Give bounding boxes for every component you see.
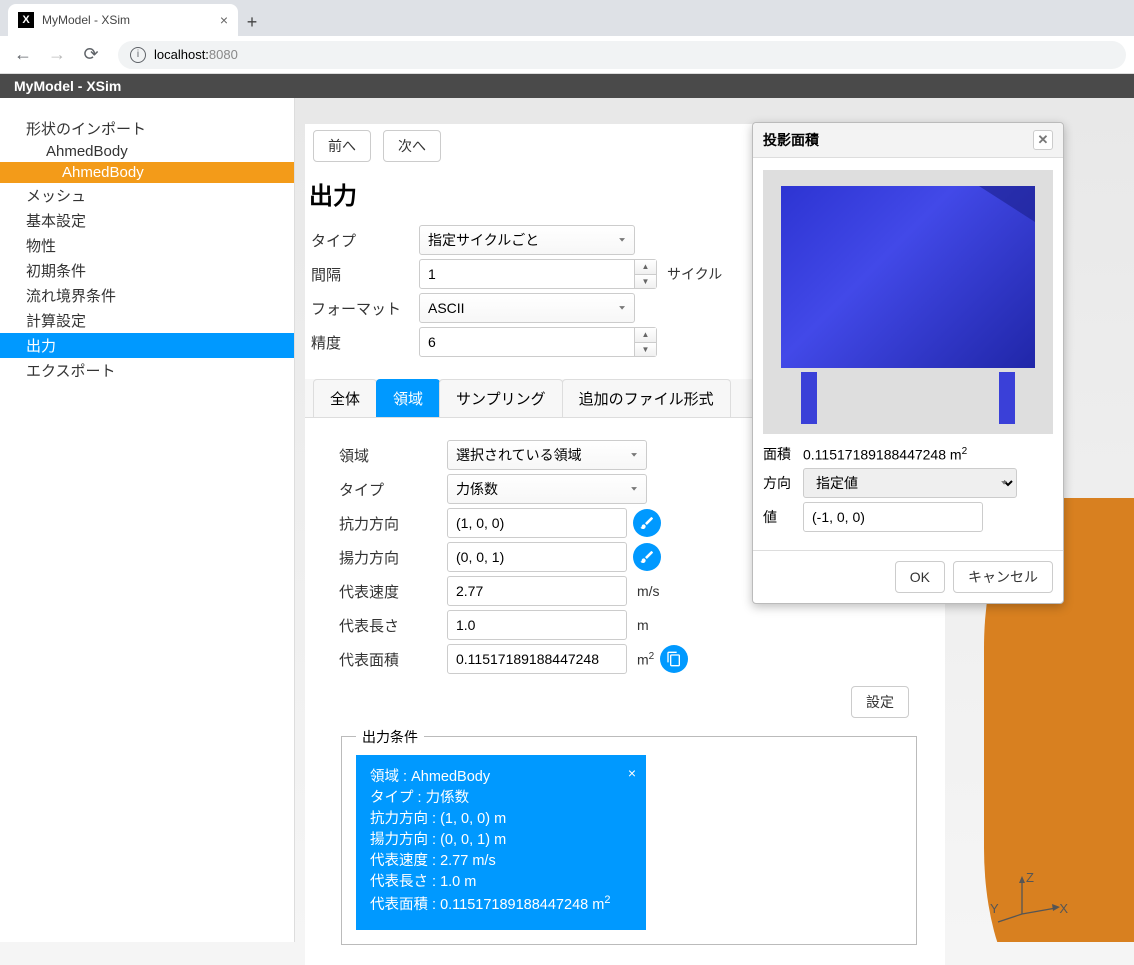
app-title: MyModel - XSim (0, 74, 1134, 98)
clipboard-icon[interactable] (660, 645, 688, 673)
interval-unit: サイクル (667, 264, 722, 284)
type-label: タイプ (311, 230, 419, 251)
tab-title: MyModel - XSim (42, 13, 212, 27)
brush-icon[interactable] (633, 509, 661, 537)
brush-icon[interactable] (633, 543, 661, 571)
forward-button[interactable]: → (42, 40, 72, 70)
tab-region[interactable]: 領域 (376, 379, 440, 417)
sidebar-item-initial-conditions[interactable]: 初期条件 (0, 258, 294, 283)
dialog-title: 投影面積 (763, 130, 819, 150)
spin-down-icon[interactable]: ▼ (635, 343, 656, 357)
tab-all[interactable]: 全体 (313, 379, 377, 417)
lift-label: 揚力方向 (339, 547, 447, 568)
dialog-ok-button[interactable]: OK (895, 561, 945, 593)
sidebar-item-mesh[interactable]: メッシュ (0, 183, 294, 208)
site-info-icon[interactable]: i (130, 47, 146, 63)
format-label: フォーマット (311, 298, 419, 319)
velocity-label: 代表速度 (339, 581, 447, 602)
sidebar-item-ahmedbody[interactable]: AhmedBody (0, 162, 294, 183)
drag-label: 抗力方向 (339, 513, 447, 534)
sidebar-item-flow-bc[interactable]: 流れ境界条件 (0, 283, 294, 308)
spin-up-icon[interactable]: ▲ (635, 328, 656, 343)
browser-tab[interactable]: X MyModel - XSim × (8, 4, 238, 36)
set-button[interactable]: 設定 (851, 686, 909, 718)
condition-card: × 領域 : AhmedBody タイプ : 力係数 抗力方向 : (1, 0,… (356, 755, 646, 930)
dlg-area-label: 面積 (763, 444, 803, 464)
tab-additional-files[interactable]: 追加のファイル形式 (562, 379, 731, 417)
interval-input[interactable] (419, 259, 635, 289)
sidebar-item-output[interactable]: 出力 (0, 333, 294, 358)
type-select[interactable]: 指定サイクルごと (419, 225, 635, 255)
region-type-select[interactable]: 力係数 (447, 474, 647, 504)
projection-preview (763, 170, 1053, 434)
address-port: 8080 (209, 47, 238, 62)
projected-area-dialog[interactable]: 投影面積 ✕ 面積 0.11517189188447248 m2 方向 指定値 (752, 122, 1064, 604)
address-bar[interactable]: i localhost:8080 (118, 41, 1126, 69)
back-button[interactable]: ← (8, 40, 38, 70)
sidebar-item-ahmedbody-group[interactable]: AhmedBody (0, 141, 294, 162)
sidebar-item-export[interactable]: エクスポート (0, 358, 294, 383)
dlg-value-input[interactable] (803, 502, 983, 532)
dialog-close-icon[interactable]: ✕ (1033, 130, 1053, 150)
area-unit: m2 (637, 651, 654, 668)
length-label: 代表長さ (339, 615, 447, 636)
next-button[interactable]: 次へ (383, 130, 441, 162)
tab-sampling[interactable]: サンプリング (439, 379, 563, 417)
sidebar-item-basic-settings[interactable]: 基本設定 (0, 208, 294, 233)
dlg-value-label: 値 (763, 507, 803, 527)
sidebar-item-materials[interactable]: 物性 (0, 233, 294, 258)
lift-input[interactable] (447, 542, 627, 572)
region-type-label: タイプ (339, 479, 447, 500)
dlg-direction-label: 方向 (763, 473, 803, 493)
dlg-direction-select[interactable]: 指定値 (803, 468, 1017, 498)
area-label: 代表面積 (339, 649, 447, 670)
length-input[interactable] (447, 610, 627, 640)
sidebar: 形状のインポート AhmedBody AhmedBody メッシュ 基本設定 物… (0, 98, 295, 942)
velocity-input[interactable] (447, 576, 627, 606)
format-select[interactable]: ASCII (419, 293, 635, 323)
spin-down-icon[interactable]: ▼ (635, 275, 656, 289)
region-label: 領域 (339, 445, 447, 466)
sidebar-item-solver-settings[interactable]: 計算設定 (0, 308, 294, 333)
card-close-icon[interactable]: × (628, 763, 636, 783)
tab-close-icon[interactable]: × (220, 12, 228, 28)
velocity-unit: m/s (637, 583, 660, 599)
drag-input[interactable] (447, 508, 627, 538)
spin-up-icon[interactable]: ▲ (635, 260, 656, 275)
precision-input[interactable] (419, 327, 635, 357)
output-conditions-fieldset: 出力条件 × 領域 : AhmedBody タイプ : 力係数 抗力方向 : (… (341, 736, 917, 945)
dlg-area-value: 0.11517189188447248 m2 (803, 446, 967, 463)
favicon: X (18, 12, 34, 28)
prev-button[interactable]: 前へ (313, 130, 371, 162)
dialog-cancel-button[interactable]: キャンセル (953, 561, 1053, 593)
length-unit: m (637, 617, 649, 633)
interval-label: 間隔 (311, 264, 419, 285)
region-select[interactable]: 選択されている領域 (447, 440, 647, 470)
sidebar-item-import-shape[interactable]: 形状のインポート (0, 116, 294, 141)
new-tab-button[interactable]: + (238, 8, 266, 36)
address-host: localhost: (154, 47, 209, 62)
precision-label: 精度 (311, 332, 419, 353)
axis-gizmo: Z X Y (994, 874, 1064, 934)
reload-button[interactable]: ⟳ (76, 40, 106, 70)
fieldset-legend: 出力条件 (356, 727, 424, 747)
area-input[interactable] (447, 644, 627, 674)
